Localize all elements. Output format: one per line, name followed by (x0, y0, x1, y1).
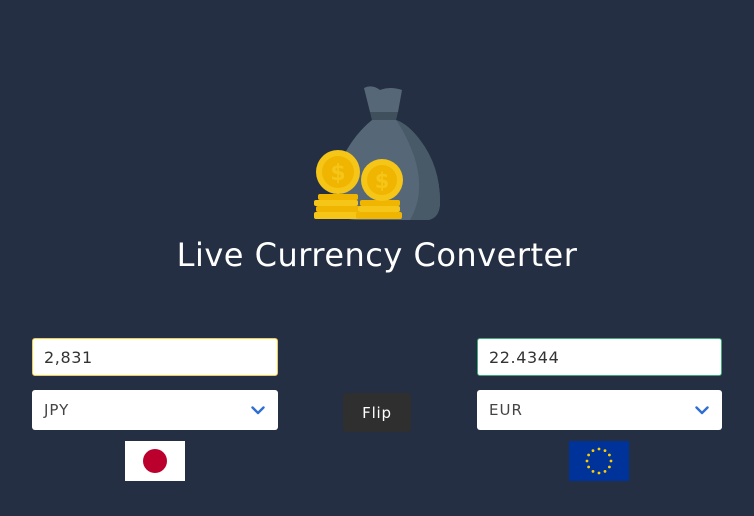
chevron-down-icon (250, 404, 266, 416)
eu-flag-icon (569, 441, 629, 481)
page-title: Live Currency Converter (176, 236, 578, 274)
svg-text:$: $ (375, 169, 390, 193)
currency-converter-app: $ $ Live Currency Converter JPY Flip EUR (0, 0, 754, 516)
svg-text:$: $ (330, 161, 345, 186)
from-currency-value: JPY (44, 401, 70, 419)
flip-button[interactable]: Flip (343, 393, 411, 432)
japan-flag-icon (125, 441, 185, 481)
to-amount-input[interactable] (477, 338, 722, 376)
from-currency-select[interactable]: JPY (32, 390, 278, 430)
to-currency-value: EUR (489, 401, 523, 419)
money-bag-with-coins-icon: $ $ (314, 86, 440, 220)
from-amount-input[interactable] (32, 338, 278, 376)
to-currency-select[interactable]: EUR (477, 390, 722, 430)
chevron-down-icon (694, 404, 710, 416)
